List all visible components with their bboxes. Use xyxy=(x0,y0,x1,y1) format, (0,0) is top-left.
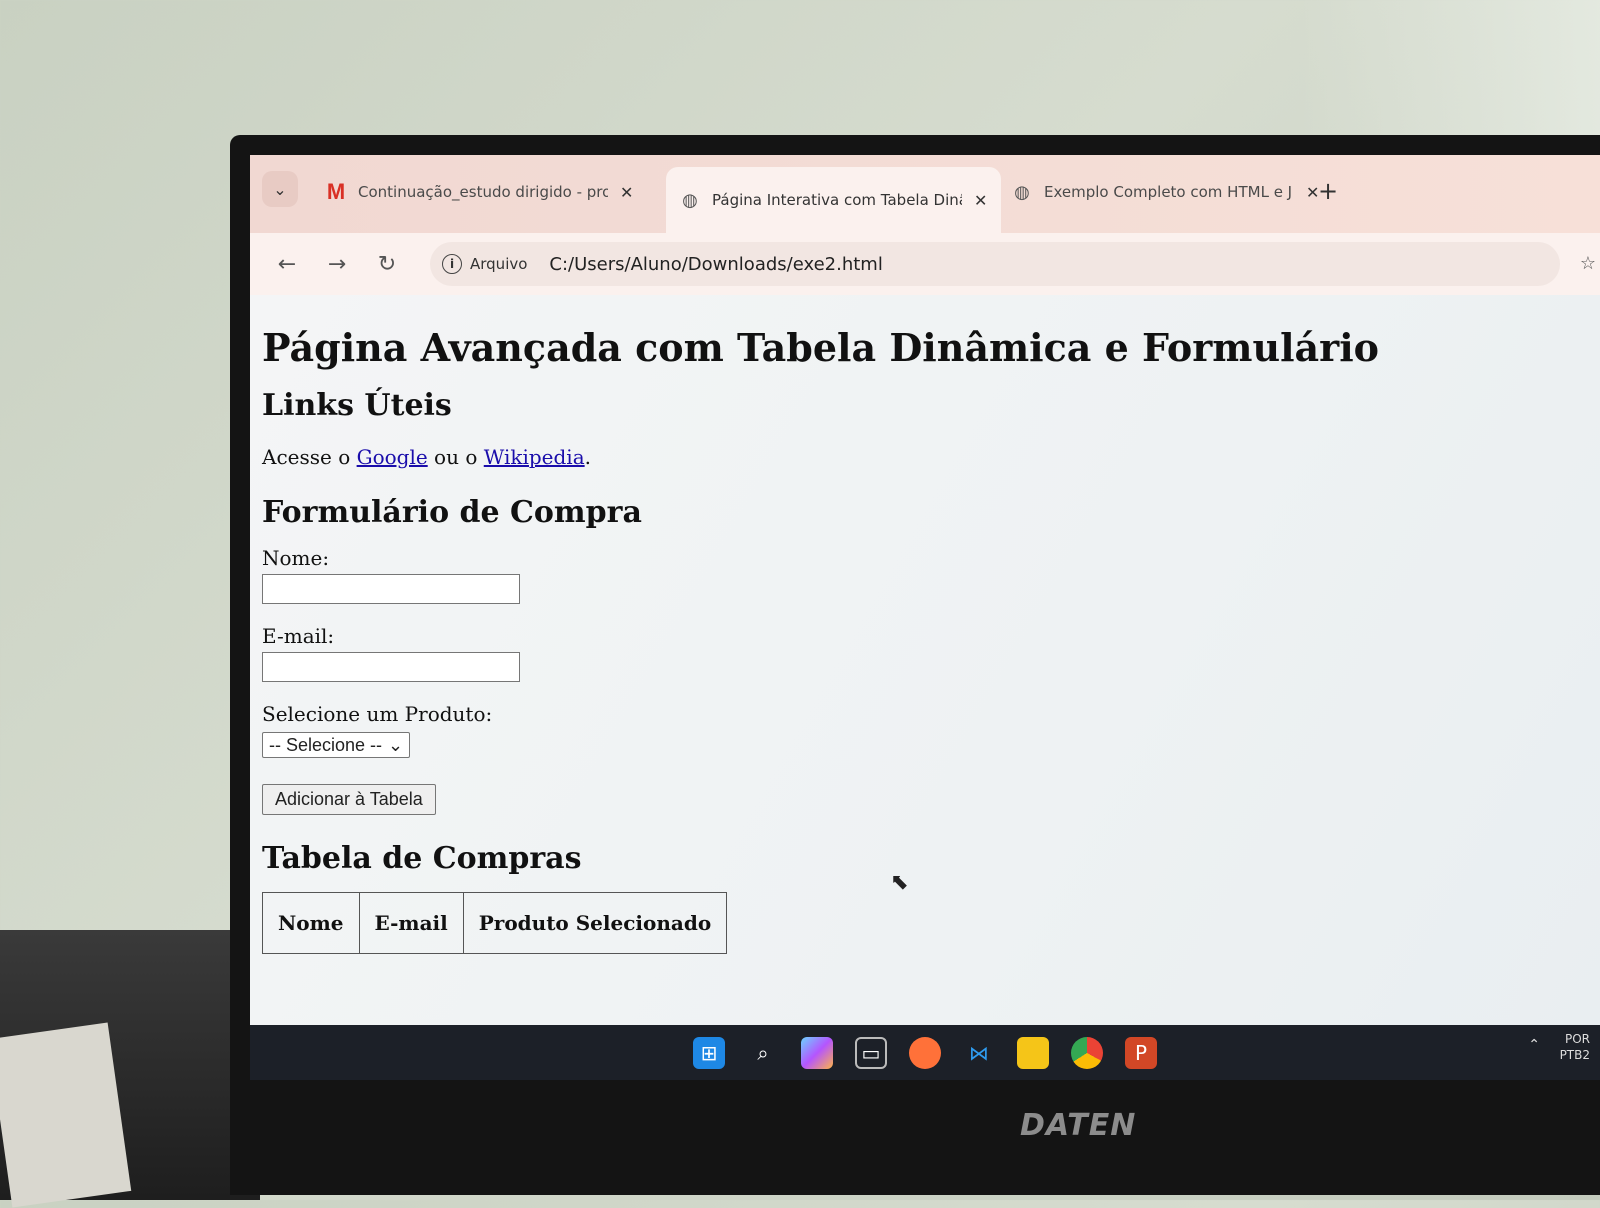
wikipedia-link[interactable]: Wikipedia xyxy=(484,445,585,469)
links-prefix: Acesse o xyxy=(262,445,357,469)
tab-search-chevron-icon[interactable]: ⌄ xyxy=(262,171,298,207)
email-label: E-mail: xyxy=(262,624,335,648)
tray-lang-line-2: PTB2 xyxy=(1559,1048,1590,1062)
vscode-icon[interactable]: ⋈ xyxy=(963,1037,995,1069)
copilot-icon[interactable] xyxy=(801,1036,833,1069)
gmail-icon: M xyxy=(326,179,346,204)
site-info-chip[interactable]: i Arquivo xyxy=(442,254,549,274)
forward-icon[interactable]: → xyxy=(312,252,362,277)
chrome-icon[interactable] xyxy=(1071,1036,1103,1069)
new-tab-icon[interactable]: + xyxy=(1318,177,1338,205)
terminal-icon[interactable]: ▭ xyxy=(855,1036,887,1069)
globe-icon: ◍ xyxy=(1014,181,1030,203)
tray-lang-line-1: POR xyxy=(1564,1032,1590,1046)
product-select[interactable]: -- Selecione -- ⌄ xyxy=(262,732,411,758)
table-heading: Tabela de Compras xyxy=(262,841,582,876)
tab-title: Exemplo Completo com HTML e J xyxy=(1044,183,1293,201)
email-field[interactable] xyxy=(262,652,520,682)
close-icon[interactable]: ✕ xyxy=(974,191,987,210)
tab-gmail[interactable]: M Continuação_estudo dirigido - pro ✕ xyxy=(312,167,647,217)
globe-icon: ◍ xyxy=(682,189,698,211)
tab-title: Página Interativa com Tabela Dinâ xyxy=(712,191,962,209)
column-header-produto: Produto Selecionado xyxy=(462,892,728,954)
firefox-icon[interactable] xyxy=(909,1036,941,1069)
windows-start-icon[interactable]: ⊞ xyxy=(693,1036,725,1069)
product-select-value: -- Selecione -- xyxy=(269,734,383,755)
product-label: Selecione um Produto: xyxy=(262,702,493,726)
purchases-table: Nome E-mail Produto Selecionado xyxy=(262,892,728,954)
reload-icon[interactable]: ↻ xyxy=(362,252,412,277)
language-indicator[interactable]: POR PTB2 xyxy=(1560,1031,1590,1063)
info-icon: i xyxy=(442,254,462,274)
tab-title: Continuação_estudo dirigido - pro xyxy=(358,183,608,201)
links-heading: Links Úteis xyxy=(262,388,452,423)
close-icon[interactable]: ✕ xyxy=(620,183,633,202)
column-header-email: E-mail xyxy=(358,892,464,954)
tray-chevron-up-icon[interactable]: ⌃ xyxy=(1528,1037,1540,1053)
table-header-row: Nome E-mail Produto Selecionado xyxy=(262,892,728,954)
screen: ⌄ M Continuação_estudo dirigido - pro ✕ … xyxy=(250,155,1600,1080)
tab-pagina-interativa[interactable]: ◍ Página Interativa com Tabela Dinâ ✕ xyxy=(666,167,1002,233)
page-content: Página Avançada com Tabela Dinâmica e Fo… xyxy=(250,295,1600,1025)
site-info-label: Arquivo xyxy=(470,255,528,273)
bookmark-star-icon[interactable]: ☆ xyxy=(1580,253,1596,274)
form-heading: Formulário de Compra xyxy=(262,495,642,530)
mouse-cursor-icon: ⬉ xyxy=(890,870,909,895)
powerpoint-icon[interactable]: P xyxy=(1125,1036,1157,1069)
back-icon[interactable]: ← xyxy=(262,252,312,277)
tab-strip: ⌄ M Continuação_estudo dirigido - pro ✕ … xyxy=(250,155,1600,233)
taskbar: ⊞ ⌕ ▭ ⋈ P ⌃ POR PTB2 xyxy=(250,1025,1600,1080)
name-label: Nome: xyxy=(262,546,330,570)
browser-toolbar: ← → ↻ i Arquivo C:/Users/Aluno/Downloads… xyxy=(250,233,1600,295)
search-icon[interactable]: ⌕ xyxy=(747,1037,779,1069)
tab-exemplo-completo[interactable]: ◍ Exemplo Completo com HTML e J ✕ xyxy=(998,167,1333,217)
add-to-table-button[interactable]: Adicionar à Tabela xyxy=(262,784,436,815)
links-suffix: . xyxy=(584,445,591,469)
paper-sheet xyxy=(0,1022,132,1208)
monitor-brand-logo: DATEN xyxy=(1020,1108,1137,1143)
links-paragraph: Acesse o Google ou o Wikipedia. xyxy=(262,445,1588,469)
url-text[interactable]: C:/Users/Aluno/Downloads/exe2.html xyxy=(549,254,882,275)
address-bar[interactable]: i Arquivo C:/Users/Aluno/Downloads/exe2.… xyxy=(430,242,1560,286)
file-explorer-icon[interactable] xyxy=(1017,1036,1049,1069)
google-link[interactable]: Google xyxy=(357,445,428,469)
chevron-down-icon: ⌄ xyxy=(388,734,404,755)
links-middle: ou o xyxy=(427,445,484,469)
name-field[interactable] xyxy=(262,574,520,604)
column-header-nome: Nome xyxy=(262,892,360,954)
page-title: Página Avançada com Tabela Dinâmica e Fo… xyxy=(262,325,1379,370)
